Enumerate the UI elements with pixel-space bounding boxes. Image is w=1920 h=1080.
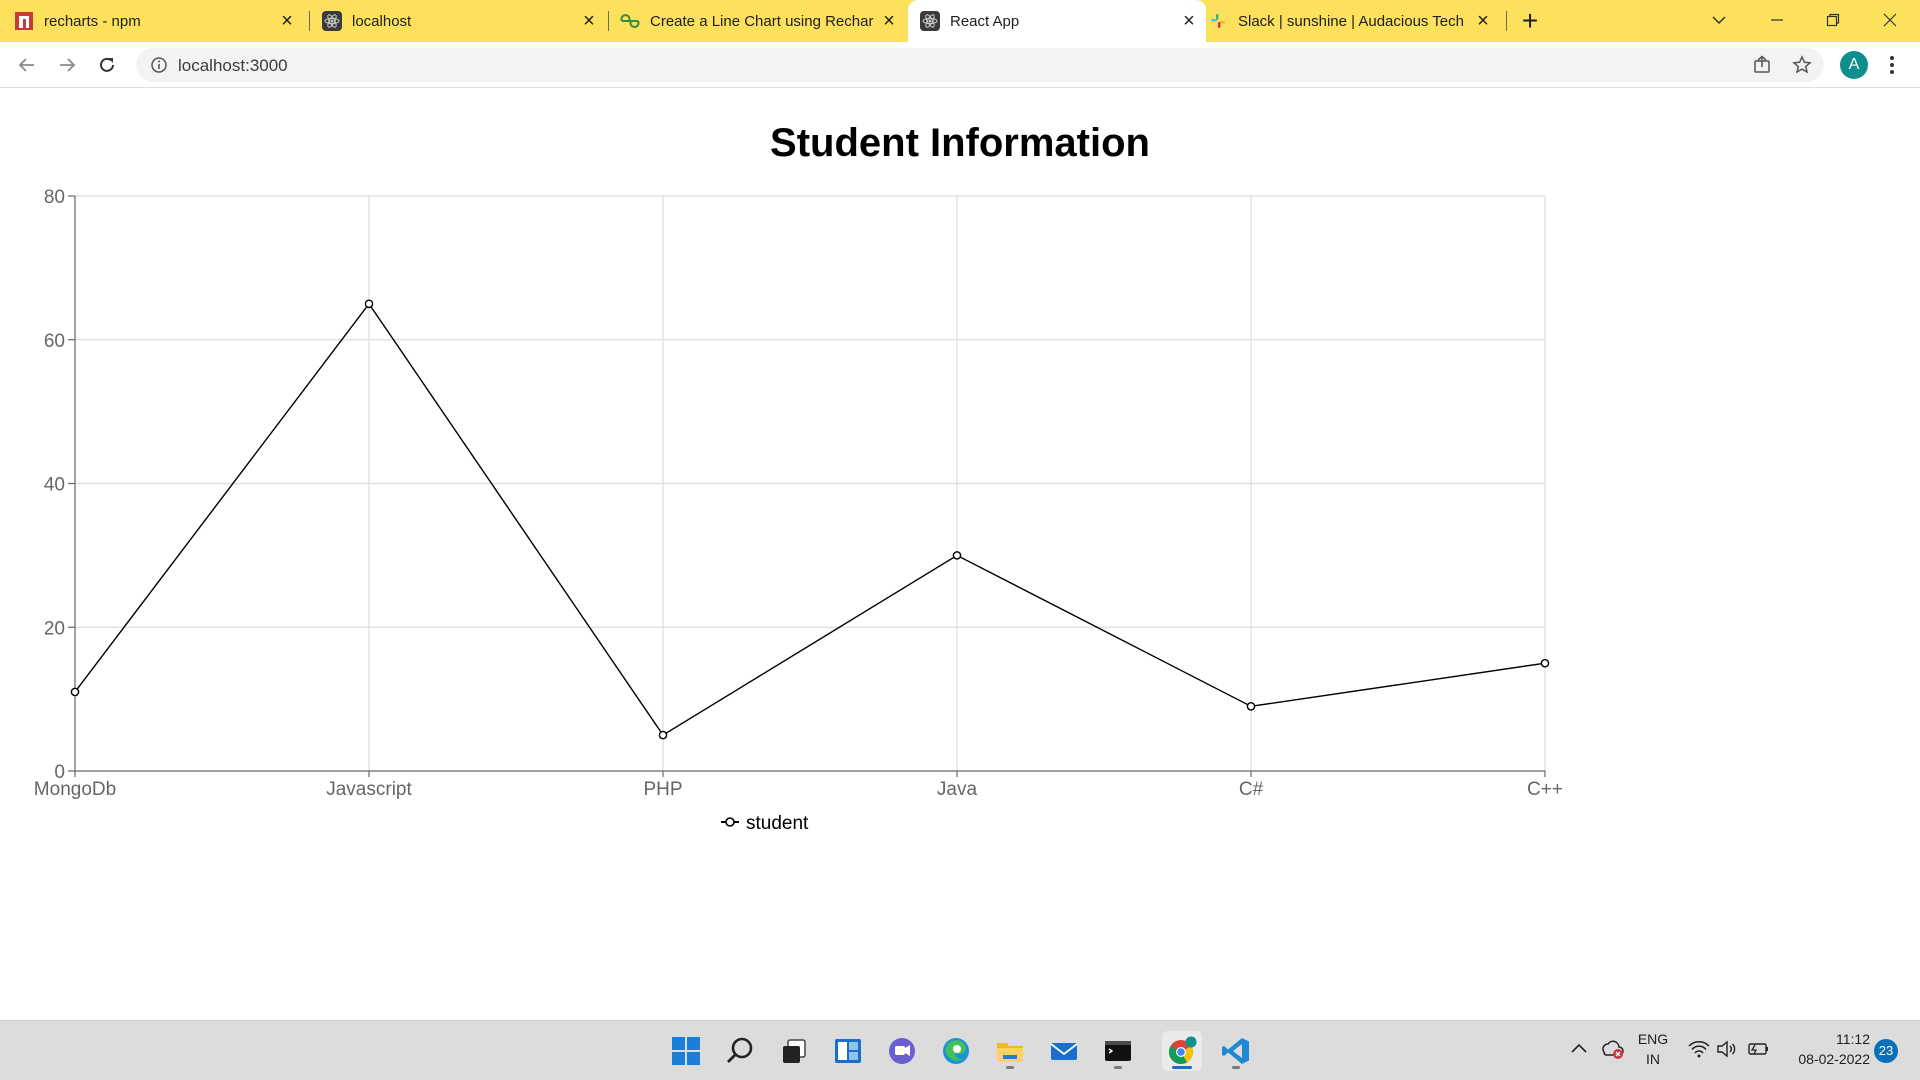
x-tick-label: PHP	[643, 779, 682, 800]
site-info-icon[interactable]	[150, 56, 168, 79]
data-point	[952, 551, 962, 560]
profile-avatar[interactable]: A	[1840, 51, 1868, 79]
tab-title: recharts - npm	[44, 12, 141, 30]
edge-icon[interactable]	[936, 1031, 976, 1071]
volume-icon[interactable]	[1716, 1040, 1738, 1063]
browser-toolbar: localhost:3000 A	[0, 42, 1920, 88]
clock-time[interactable]: 11:12	[1770, 1031, 1870, 1047]
tab-localhost[interactable]: localhost ×	[322, 0, 606, 42]
close-tab-icon[interactable]: ×	[276, 10, 298, 32]
restore-icon[interactable]	[1818, 6, 1848, 34]
reload-icon[interactable]	[94, 52, 120, 78]
legend-line-icon	[720, 815, 740, 834]
chrome-icon[interactable]	[1162, 1031, 1202, 1071]
battery-icon[interactable]	[1746, 1040, 1770, 1063]
line-chart: 020406080MongoDb Javascript PHP Java C# C++	[34, 187, 1563, 800]
share-icon[interactable]	[1752, 55, 1772, 80]
forward-arrow-icon[interactable]	[54, 52, 80, 78]
data-point	[70, 687, 80, 697]
terminal-icon[interactable]	[1098, 1031, 1138, 1071]
vscode-icon[interactable]	[1216, 1031, 1256, 1071]
geeksforgeeks-icon	[620, 11, 640, 31]
npm-icon	[14, 11, 34, 31]
tab-separator	[1506, 11, 1507, 31]
running-indicator	[1232, 1066, 1240, 1069]
y-tick-label: 20	[44, 618, 65, 639]
series-line	[74, 302, 1546, 737]
tab-title: Slack | sunshine | Audacious Tech	[1238, 12, 1464, 30]
data-point	[1540, 658, 1550, 668]
running-indicator	[1006, 1066, 1014, 1069]
browser-tab-strip: recharts - npm × localhost × Create a Li…	[0, 0, 1920, 42]
bookmark-star-icon[interactable]	[1792, 55, 1812, 80]
tab-react-app[interactable]: React App ×	[908, 0, 1206, 42]
tab-slack[interactable]: Slack | sunshine | Audacious Tech ×	[1208, 0, 1500, 42]
close-tab-icon[interactable]: ×	[878, 10, 900, 32]
windows-taskbar: ENG IN 11:12 08-02-2022	[0, 1020, 1920, 1080]
tab-separator	[608, 11, 609, 31]
more-options-icon[interactable]	[1885, 53, 1899, 77]
tab-title: React App	[950, 12, 1020, 30]
data-point	[364, 299, 374, 309]
x-tick-label: MongoDb	[34, 779, 116, 800]
new-tab-button[interactable]: +	[1516, 7, 1544, 36]
y-tick-label: 40	[44, 475, 65, 496]
task-view-icon[interactable]	[774, 1031, 814, 1071]
minimize-icon[interactable]	[1762, 6, 1792, 34]
y-tick-label: 60	[44, 331, 65, 352]
back-arrow-icon[interactable]	[14, 52, 40, 78]
x-tick-label: C#	[1239, 779, 1264, 800]
url-text: localhost:3000	[178, 56, 288, 75]
tab-recharts-npm[interactable]: recharts - npm ×	[14, 0, 304, 42]
show-hidden-icons-chevron-icon[interactable]	[1570, 1041, 1588, 1059]
react-icon	[920, 11, 940, 31]
running-indicator	[1114, 1066, 1122, 1069]
data-point	[1246, 702, 1256, 711]
slack-icon	[1208, 11, 1228, 31]
y-tick-label: 80	[44, 187, 65, 208]
x-tick-label: Javascript	[326, 779, 412, 800]
active-indicator	[1172, 1066, 1192, 1069]
address-bar[interactable]: localhost:3000	[136, 48, 1824, 82]
clock-date[interactable]: 08-02-2022	[1770, 1051, 1870, 1067]
onedrive-error-icon[interactable]	[1600, 1038, 1624, 1065]
tab-title: localhost	[352, 12, 412, 30]
tab-separator	[309, 11, 310, 31]
tab-create-line-chart[interactable]: Create a Line Chart using Rechar ×	[620, 0, 906, 42]
data-point	[658, 730, 668, 740]
close-tab-icon[interactable]: ×	[1472, 10, 1494, 32]
close-tab-icon[interactable]: ×	[578, 10, 600, 32]
close-window-icon[interactable]	[1875, 6, 1905, 34]
tab-search-chevron-icon[interactable]	[1704, 6, 1734, 34]
file-explorer-icon[interactable]	[990, 1031, 1030, 1071]
mail-icon[interactable]	[1044, 1031, 1084, 1071]
notification-badge[interactable]: 23	[1874, 1039, 1898, 1063]
teams-chat-icon[interactable]	[882, 1031, 922, 1071]
wifi-icon[interactable]	[1688, 1040, 1710, 1063]
chart-legend[interactable]: student	[720, 811, 808, 837]
start-windows-icon[interactable]	[666, 1031, 706, 1071]
language-indicator[interactable]: ENG	[1636, 1031, 1670, 1047]
x-tick-label: Java	[937, 779, 978, 800]
x-tick-label: C++	[1527, 779, 1563, 800]
legend-label: student	[746, 813, 809, 834]
region-indicator[interactable]: IN	[1636, 1051, 1670, 1067]
page-content: Student Information 0 20 40 60 80 MongoDb Java…	[0, 89, 1920, 1019]
search-icon[interactable]	[720, 1031, 760, 1071]
close-tab-icon[interactable]: ×	[1178, 10, 1200, 32]
react-icon	[322, 11, 342, 31]
tab-title: Create a Line Chart using Rechar	[650, 12, 874, 30]
widgets-icon[interactable]	[828, 1031, 868, 1071]
